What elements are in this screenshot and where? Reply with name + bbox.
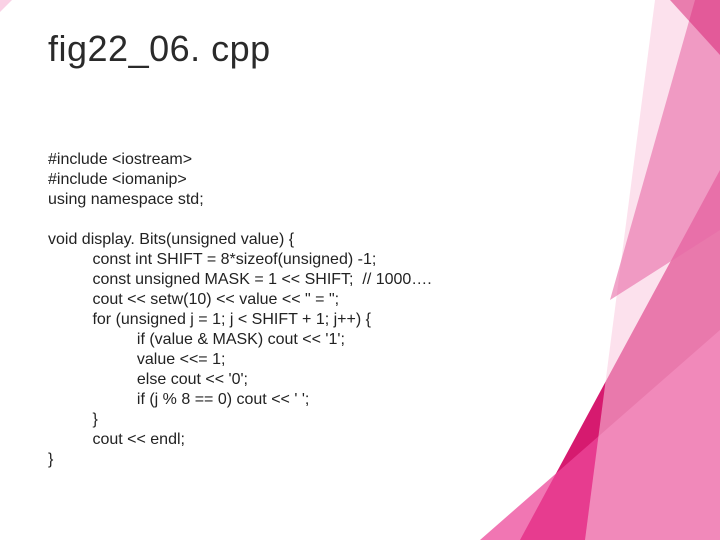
code-block: #include <iostream> #include <iomanip> u… bbox=[48, 150, 660, 470]
slide-title: fig22_06. cpp bbox=[48, 28, 660, 70]
slide: fig22_06. cpp #include <iostream> #inclu… bbox=[0, 0, 720, 540]
content-area: fig22_06. cpp #include <iostream> #inclu… bbox=[48, 28, 660, 470]
corner-accent bbox=[0, 0, 10, 10]
